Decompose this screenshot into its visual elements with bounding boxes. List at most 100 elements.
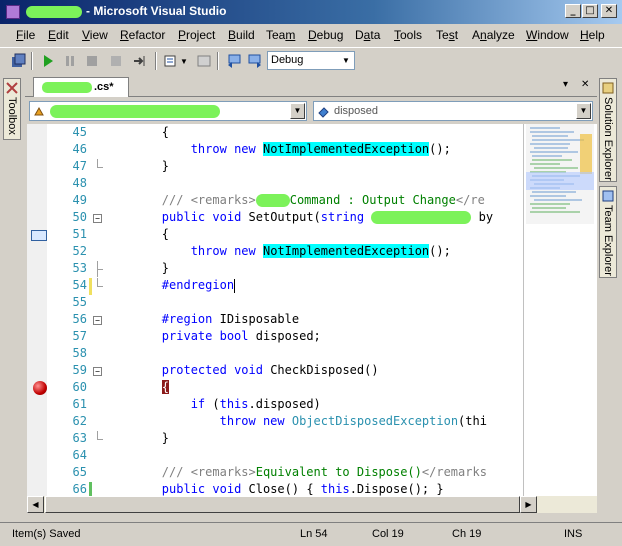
bookmark-icon[interactable] xyxy=(31,230,47,241)
code-line[interactable]: 64 xyxy=(27,448,523,465)
team-explorer-label: Team Explorer xyxy=(602,205,614,276)
document-tab-label: .cs* xyxy=(94,81,114,93)
code-line[interactable]: 65 /// <remarks>Equivalent to Dispose()<… xyxy=(27,465,523,482)
code-line[interactable]: 49 /// <remarks> Command : Output Change<… xyxy=(27,193,523,210)
code-line[interactable]: 62 throw new ObjectDisposedException(thi xyxy=(27,414,523,431)
code-text: /// <remarks>Equivalent to Dispose()</re… xyxy=(161,465,487,479)
chevron-down-icon[interactable]: ▼ xyxy=(339,53,353,68)
line-number: 53 xyxy=(72,261,87,275)
code-line[interactable]: 61 if (this.disposed) xyxy=(27,397,523,414)
menu-help[interactable]: Help xyxy=(580,28,605,42)
solution-configuration-select[interactable]: Debug ▼ xyxy=(267,51,355,70)
close-button[interactable]: ✕ xyxy=(601,4,617,18)
member-combo[interactable]: disposed ▼ xyxy=(313,101,593,121)
document-tab[interactable]: .cs* xyxy=(33,77,129,97)
code-text: } xyxy=(104,261,170,275)
menu-data[interactable]: Data xyxy=(355,28,380,42)
code-text: #region IDisposable xyxy=(161,312,300,326)
code-line[interactable]: 47 } xyxy=(27,159,523,176)
menu-debug[interactable]: Debug xyxy=(308,28,343,42)
start-debugging-icon[interactable] xyxy=(40,53,56,69)
horizontal-scrollbar[interactable]: ◀ ▶ xyxy=(27,496,597,513)
code-line[interactable]: 50− public void SetOutput(string by xyxy=(27,210,523,227)
code-line[interactable]: 63 } xyxy=(27,431,523,448)
code-text: public void SetOutput(string by xyxy=(161,210,494,224)
type-combo[interactable]: ▼ xyxy=(29,101,307,121)
line-number: 59 xyxy=(72,363,87,377)
line-number: 55 xyxy=(72,295,87,309)
menu-analyze[interactable]: Analyze xyxy=(472,28,515,42)
saved-change-marker xyxy=(89,482,92,496)
chevron-down-icon[interactable]: ▼ xyxy=(290,103,305,119)
code-line[interactable]: 45 { xyxy=(27,125,523,142)
collapse-region-icon[interactable]: − xyxy=(93,367,102,376)
code-line[interactable]: 60 { xyxy=(27,380,523,397)
code-line[interactable]: 58 xyxy=(27,346,523,363)
line-number: 60 xyxy=(72,380,87,394)
solution-explorer-label: Solution Explorer xyxy=(602,97,614,181)
code-line[interactable]: 55 xyxy=(27,295,523,312)
line-number: 48 xyxy=(72,176,87,190)
menu-tools[interactable]: Tools xyxy=(394,28,422,42)
menu-window[interactable]: Window xyxy=(526,28,569,42)
show-next-statement-icon[interactable] xyxy=(132,53,148,69)
collapse-region-icon[interactable]: − xyxy=(93,316,102,325)
code-text: { xyxy=(104,125,170,139)
menu-test[interactable]: Test xyxy=(436,28,458,42)
line-number: 51 xyxy=(72,227,87,241)
code-line[interactable]: 59− protected void CheckDisposed() xyxy=(27,363,523,380)
active-files-dropdown-icon[interactable]: ▾ xyxy=(563,79,568,90)
code-line[interactable]: 66 public void Close() { this.Dispose();… xyxy=(27,482,523,496)
code-editor[interactable]: 45 {46 throw new NotImplementedException… xyxy=(27,124,523,496)
breakpoint-icon[interactable] xyxy=(33,381,47,395)
code-line[interactable]: 54 #endregion xyxy=(27,278,523,295)
dropdown-arrow-icon[interactable]: ▼ xyxy=(180,57,196,73)
restart-icon[interactable] xyxy=(108,53,124,69)
scroll-left-button[interactable]: ◀ xyxy=(27,496,44,513)
code-text: if (this.disposed) xyxy=(190,397,321,411)
menu-build[interactable]: Build xyxy=(228,28,255,42)
break-all-icon[interactable] xyxy=(62,53,78,69)
scroll-right-button[interactable]: ▶ xyxy=(520,496,537,513)
find-in-files-icon[interactable] xyxy=(164,53,180,69)
code-line[interactable]: 57 private bool disposed; xyxy=(27,329,523,346)
chevron-down-icon[interactable]: ▼ xyxy=(576,103,591,119)
navigate-backward-icon[interactable] xyxy=(226,53,242,69)
navigate-forward-icon[interactable] xyxy=(247,53,263,69)
line-number: 62 xyxy=(72,414,87,428)
code-line[interactable]: 46 throw new NotImplementedException(); xyxy=(27,142,523,159)
menu-project[interactable]: Project xyxy=(178,28,215,42)
code-line[interactable]: 56− #region IDisposable xyxy=(27,312,523,329)
document-tab-strip: .cs* ▾ ✕ xyxy=(25,75,597,97)
code-text: private bool disposed; xyxy=(161,329,321,343)
save-all-icon[interactable] xyxy=(10,53,26,69)
visual-studio-icon xyxy=(6,5,20,19)
status-line: Ln 54 xyxy=(300,528,328,540)
code-line[interactable]: 51 { xyxy=(27,227,523,244)
code-overview-map[interactable] xyxy=(523,124,597,496)
code-line[interactable]: 52 throw new NotImplementedException(); xyxy=(27,244,523,261)
maximize-button[interactable]: □ xyxy=(582,4,598,18)
toolbox-tab[interactable]: Toolbox xyxy=(3,78,21,140)
menu-bar: File Edit View Refactor Project Build Team Debu… xyxy=(0,24,622,46)
code-text: throw new ObjectDisposedException(thi xyxy=(219,414,487,428)
scrollbar-thumb[interactable] xyxy=(45,496,520,513)
unsaved-change-marker xyxy=(89,278,92,295)
code-line[interactable]: 48 xyxy=(27,176,523,193)
redacted-text xyxy=(371,211,472,224)
code-line[interactable]: 53 } xyxy=(27,261,523,278)
minimize-button[interactable]: _ xyxy=(565,4,581,18)
team-explorer-tab[interactable]: Team Explorer xyxy=(599,186,617,278)
menu-file[interactable]: File xyxy=(16,28,35,42)
toggle-window-icon[interactable] xyxy=(196,53,212,69)
overview-thumbnail xyxy=(526,124,594,224)
solution-explorer-tab[interactable]: Solution Explorer xyxy=(599,78,617,182)
close-document-icon[interactable]: ✕ xyxy=(581,79,589,90)
menu-team[interactable]: Team xyxy=(266,28,295,42)
status-insert-mode: INS xyxy=(564,528,583,540)
menu-refactor[interactable]: Refactor xyxy=(120,28,165,42)
menu-view[interactable]: View xyxy=(82,28,108,42)
collapse-region-icon[interactable]: − xyxy=(93,214,102,223)
stop-debugging-icon[interactable] xyxy=(84,53,100,69)
menu-edit[interactable]: Edit xyxy=(48,28,69,42)
